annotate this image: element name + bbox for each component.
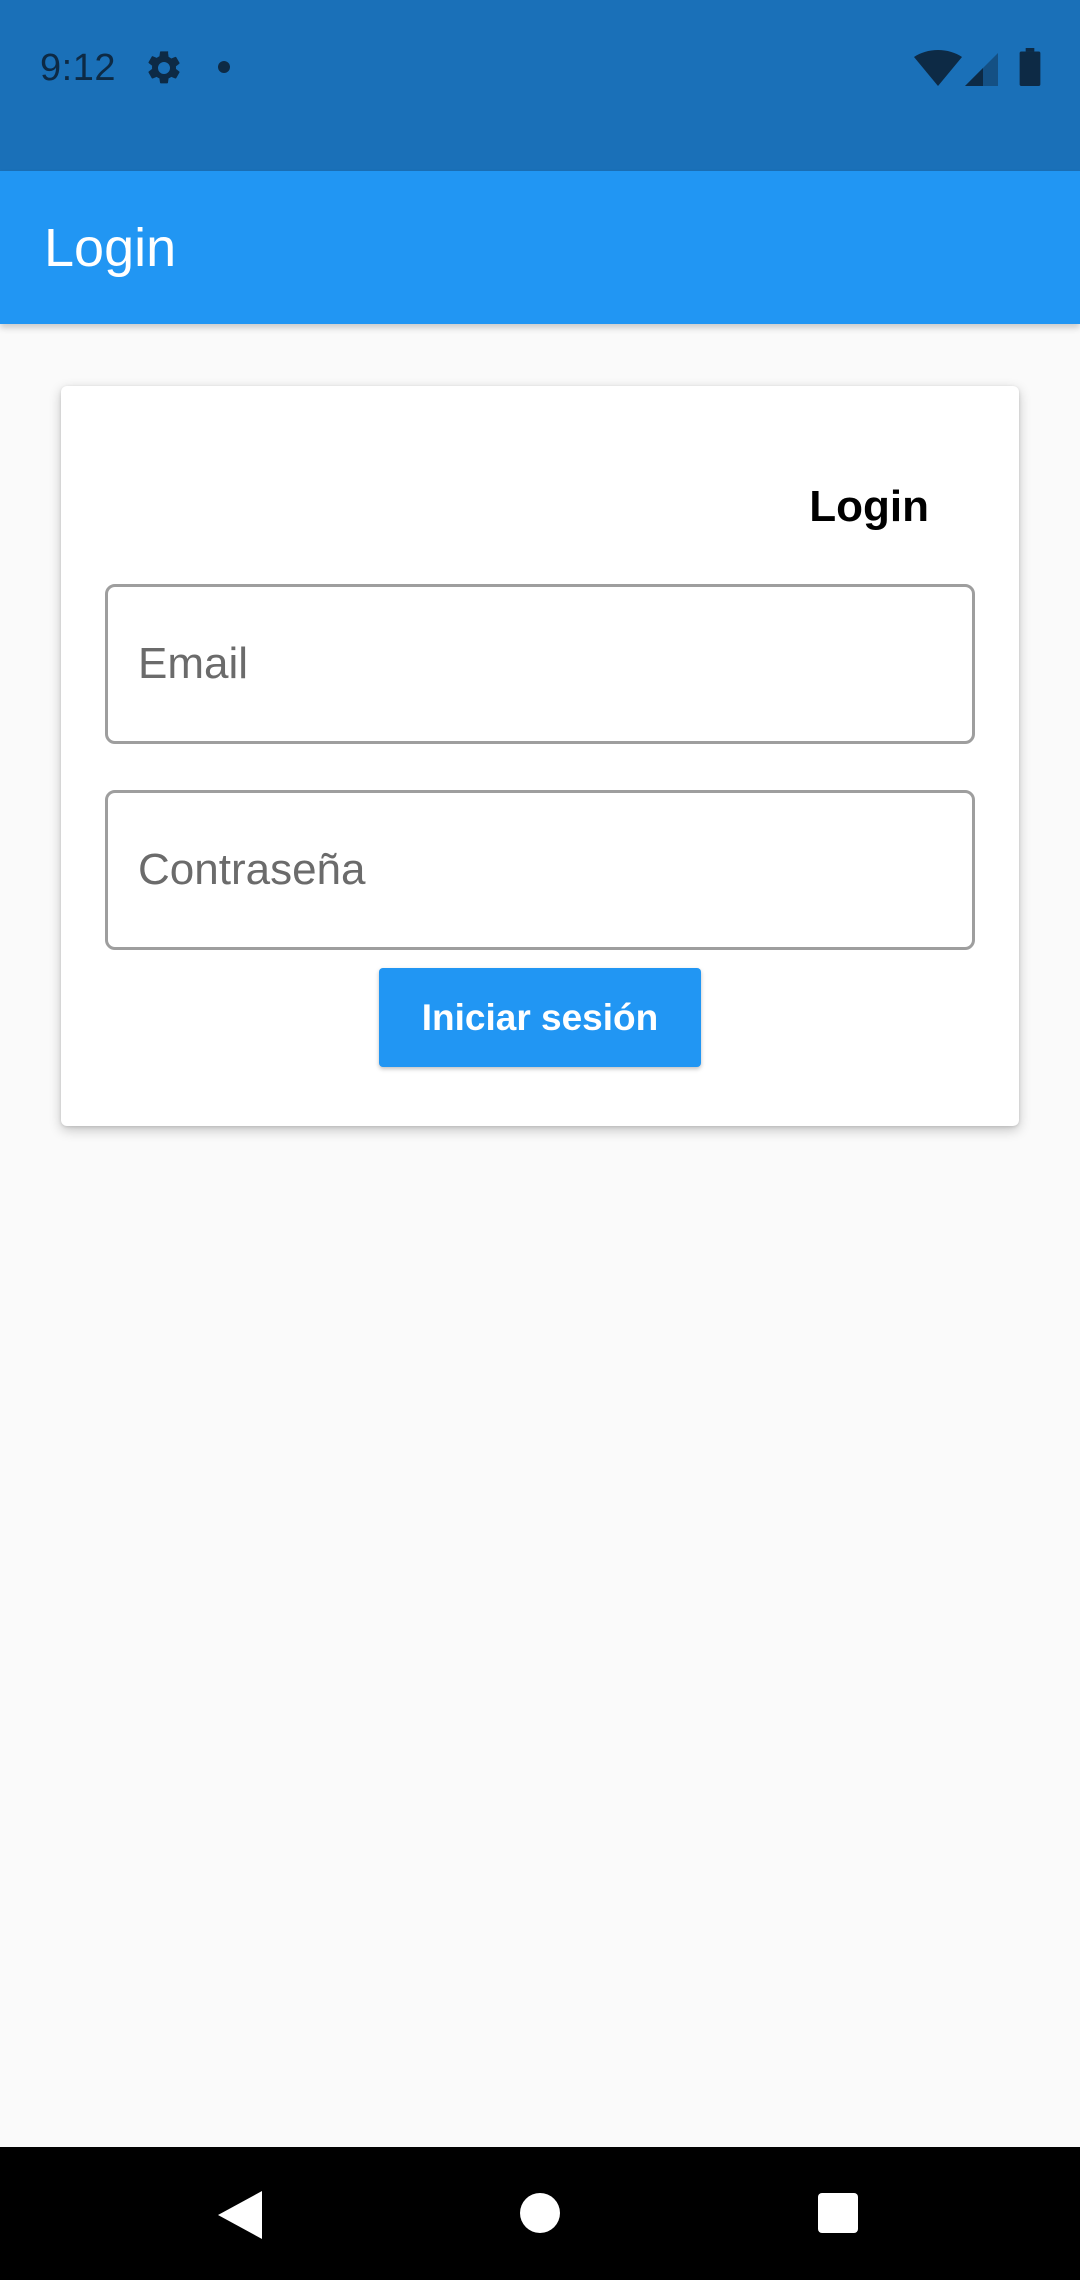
- login-card: Login Iniciar sesión: [61, 386, 1019, 1126]
- app-bar-title: Login: [44, 218, 177, 278]
- home-icon[interactable]: [520, 2193, 560, 2233]
- navigation-bar: [0, 2147, 1080, 2280]
- password-field[interactable]: [108, 793, 972, 947]
- email-field-container: [105, 584, 975, 744]
- wifi-icon: [914, 50, 962, 86]
- back-icon[interactable]: [218, 2191, 262, 2239]
- notification-dot-icon: [218, 61, 230, 73]
- app-bar: Login: [0, 171, 1080, 324]
- recents-icon[interactable]: [818, 2193, 858, 2233]
- gear-icon: [148, 51, 180, 84]
- status-bar: 9:12: [0, 0, 1080, 171]
- password-field-container: [105, 790, 975, 950]
- status-time: 9:12: [40, 47, 116, 89]
- cell-signal-icon: [965, 53, 998, 86]
- battery-icon: [1019, 48, 1041, 86]
- login-button[interactable]: Iniciar sesión: [379, 968, 701, 1067]
- email-field[interactable]: [108, 587, 972, 741]
- login-card-title: Login: [809, 482, 929, 531]
